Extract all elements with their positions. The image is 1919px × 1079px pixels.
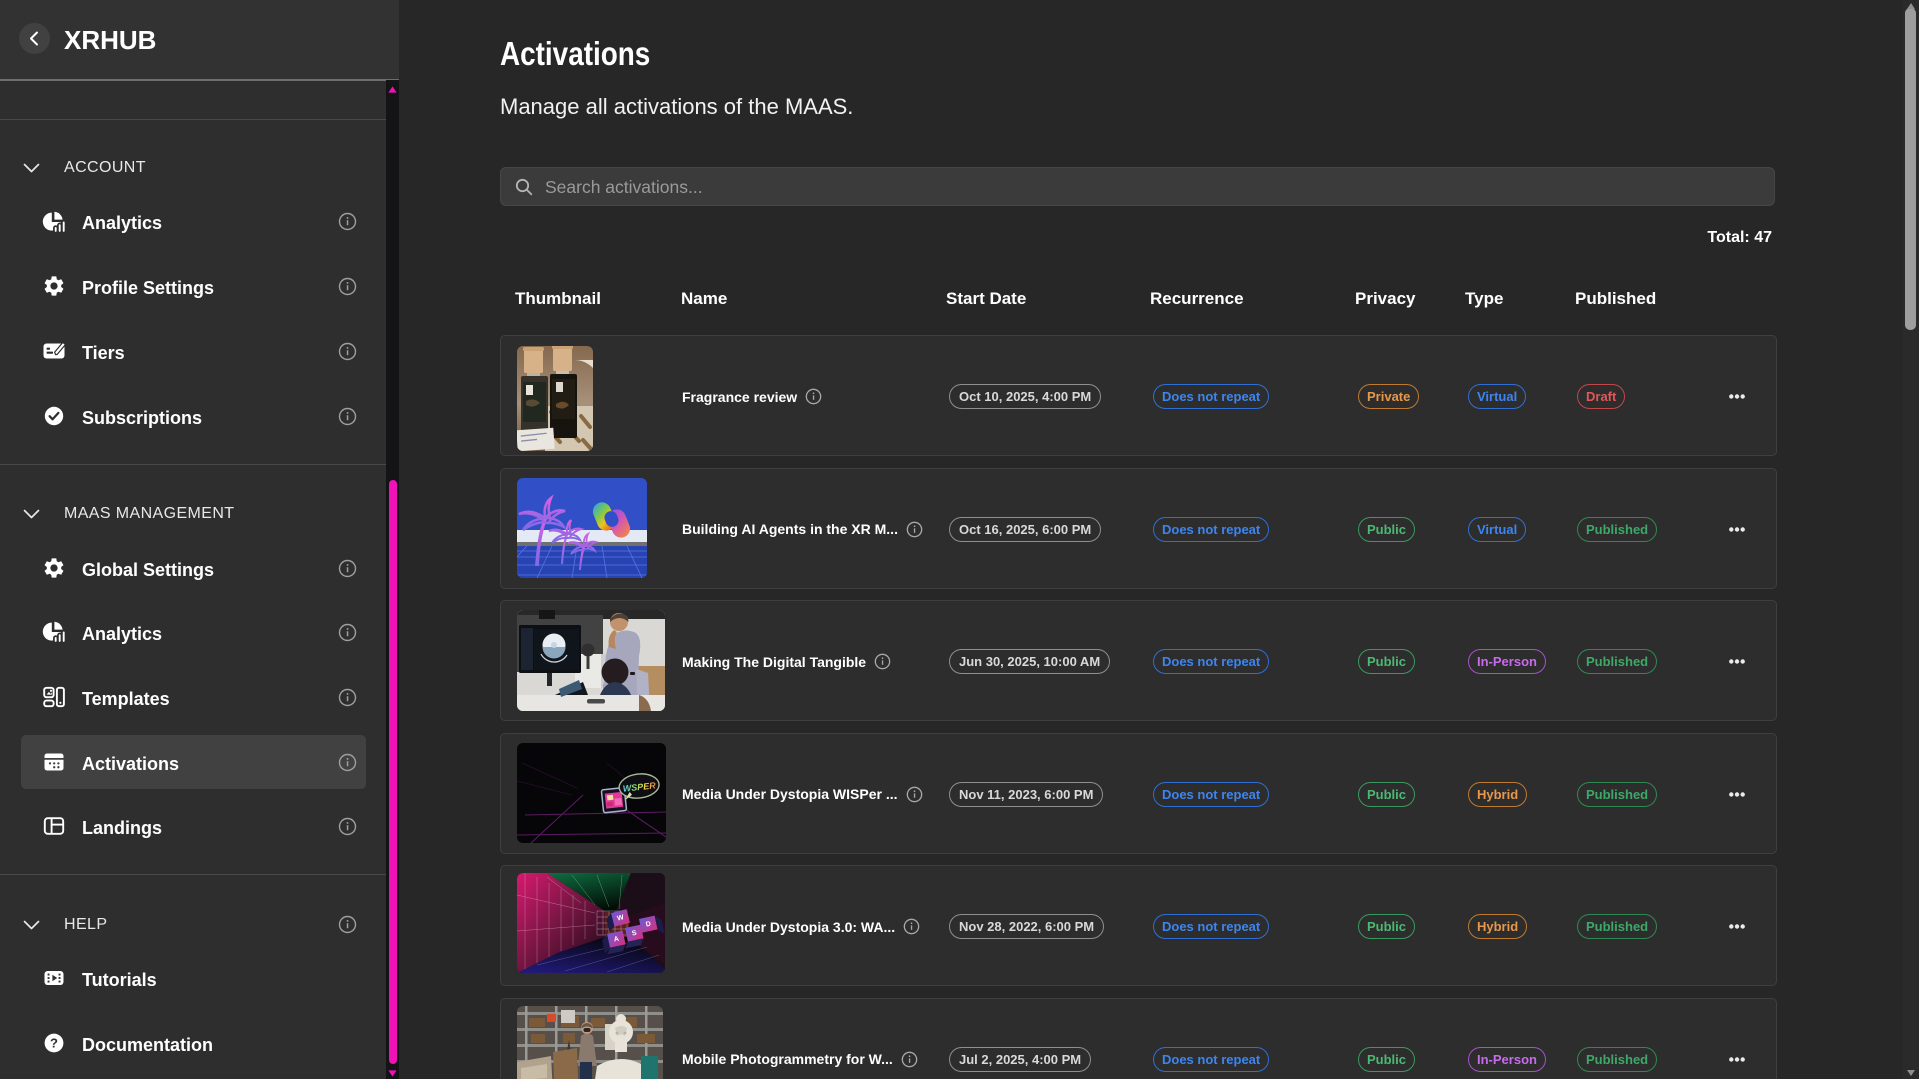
svg-text:?: ? bbox=[50, 1035, 58, 1050]
